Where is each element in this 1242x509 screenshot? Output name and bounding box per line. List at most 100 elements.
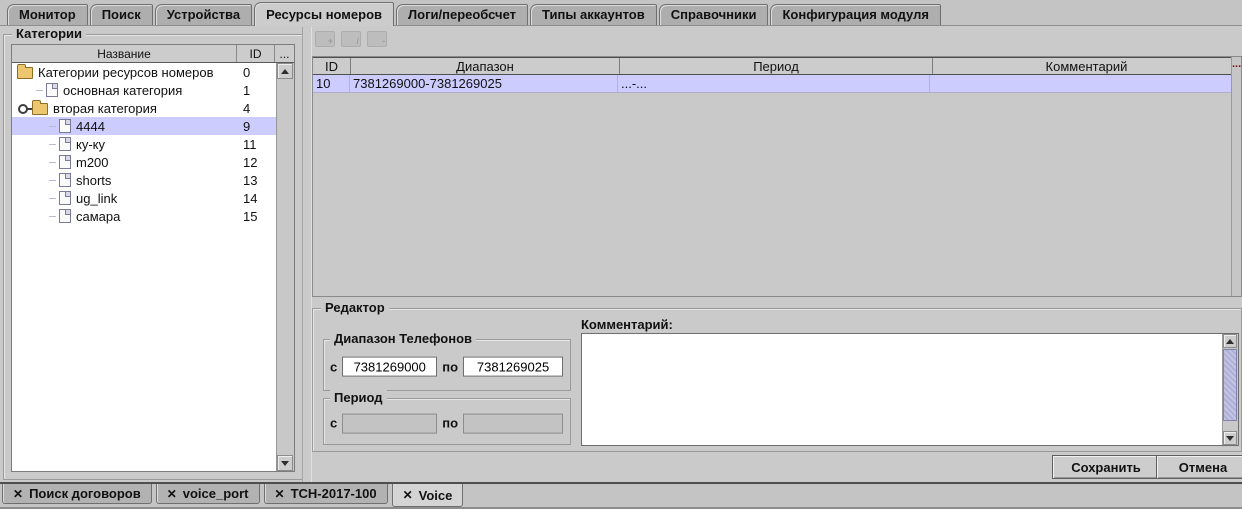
tree-item-label: вторая категория [48,101,243,116]
edit-button-icon: / [356,37,359,46]
comment-textarea[interactable] [582,334,1223,445]
bottom-tab-ТСН-2017-100[interactable]: ✕ТСН-2017-100 [264,484,388,504]
bottom-tab-Voice[interactable]: ✕ Voice [392,484,464,507]
close-icon[interactable]: ✕ [167,488,177,500]
tab-Справочники[interactable]: Справочники [659,4,769,25]
file-icon [59,137,71,151]
delete-button[interactable]: - [367,31,387,47]
tree-row[interactable]: shorts13 [12,171,277,189]
period-group: Период с по [323,398,571,445]
expand-handle-icon[interactable] [17,102,32,114]
phone-from-label: с [330,359,337,374]
tree-item-id: 13 [243,173,277,188]
categories-panel-title: Категории [12,26,86,41]
tab-Монитор[interactable]: Монитор [7,4,88,25]
tree-item-label: shorts [71,173,243,188]
column-header-Комментарий[interactable]: Комментарий [933,58,1241,74]
phone-to-label: по [442,359,458,374]
arrow-up-icon [281,69,289,74]
column-header-Диапазон[interactable]: Диапазон [351,58,620,74]
tree-row[interactable]: ку-ку11 [12,135,277,153]
tree-item-label: основная категория [58,83,243,98]
panel-splitter[interactable] [302,27,312,482]
period-to-input[interactable] [463,413,563,433]
bottom-tab-voice_port[interactable]: ✕ voice_port [156,484,260,504]
editor-title: Редактор [321,300,389,315]
top-tab-bar: МониторПоискУстройстваРесурсы номеровЛог… [0,0,1242,26]
add-button-icon: + [328,37,333,46]
tree-item-id: 14 [243,191,277,206]
categories-tree-table: Название ID ... Категории ресурсов номер… [11,44,295,472]
tree-connector [49,162,56,163]
comment-label: Комментарий: [581,317,673,332]
cancel-button[interactable]: Отмена [1156,455,1242,479]
cell-id: 10 [313,75,350,92]
cell-period: ...-... [618,75,930,92]
tab-Поиск[interactable]: Поиск [90,4,153,25]
tree-header-more[interactable]: ... [275,45,294,62]
edit-button[interactable]: / [341,31,361,47]
file-icon [59,173,71,187]
scrollbar-thumb[interactable] [1223,349,1237,421]
scroll-down-button[interactable] [1223,431,1237,445]
tree-row[interactable]: m20012 [12,153,277,171]
add-button[interactable]: + [315,31,335,47]
tree-item-id: 11 [243,137,277,152]
column-header-ID[interactable]: ID [313,58,351,74]
tree-row[interactable]: ug_link14 [12,189,277,207]
tree-row[interactable]: Категории ресурсов номеров0 [12,63,277,81]
tree-item-label: ку-ку [71,137,243,152]
ranges-table-scrollbar[interactable]: ... [1231,57,1241,296]
bottom-tab-label: Voice [419,486,453,505]
period-from-input[interactable] [342,413,437,433]
tree-header: Название ID ... [12,45,294,63]
tree-connector [49,144,56,145]
tree-scrollbar[interactable] [276,63,294,471]
close-icon[interactable]: ✕ [275,488,285,500]
tab-Конфигурация модуля[interactable]: Конфигурация модуля [770,4,940,25]
folder-icon [17,67,33,79]
close-icon[interactable]: ✕ [13,488,23,500]
close-icon[interactable]: ✕ [403,489,413,501]
tree-body: Категории ресурсов номеров0основная кате… [12,63,277,471]
bottom-tab-label: Поиск договоров [29,484,141,503]
scroll-down-button[interactable] [277,455,293,471]
column-chooser-corner[interactable]: ... [1232,59,1241,70]
scroll-up-button[interactable] [1223,334,1237,348]
file-icon [59,209,71,223]
bottom-tab-label: voice_port [183,484,249,503]
file-icon [46,83,58,97]
cell-range: 7381269000-7381269025 [350,75,618,92]
tab-Устройства[interactable]: Устройства [155,4,252,25]
phone-range-title: Диапазон Телефонов [330,331,476,346]
scroll-up-button[interactable] [277,63,293,79]
tree-row[interactable]: вторая категория4 [12,99,277,117]
bottom-tab-Поиск договоров[interactable]: ✕ Поиск договоров [2,484,152,504]
tree-connector [49,216,56,217]
editor-panel: Редактор Диапазон Телефонов с по Период … [312,308,1242,452]
table-row[interactable]: 107381269000-7381269025...-... [313,75,1241,93]
tab-Ресурсы номеров[interactable]: Ресурсы номеров [254,2,394,26]
phone-from-input[interactable] [342,357,437,377]
tree-item-id: 0 [243,65,277,80]
phone-to-input[interactable] [463,357,563,377]
save-button[interactable]: Сохранить [1052,455,1160,479]
tree-connector [49,126,56,127]
range-toolbar: + / - [315,31,387,47]
tab-Логи/переобсчет[interactable]: Логи/переобсчет [396,4,528,25]
arrow-down-icon [281,461,289,466]
period-title: Период [330,390,387,405]
file-icon [59,191,71,205]
tree-row[interactable]: самара15 [12,207,277,225]
tree-header-id[interactable]: ID [237,45,275,62]
delete-button-icon: - [382,37,385,46]
tree-row[interactable]: 44449 [12,117,277,135]
column-header-Период[interactable]: Период [620,58,933,74]
tab-Типы аккаунтов[interactable]: Типы аккаунтов [530,4,657,25]
tree-header-name[interactable]: Название [12,45,237,62]
categories-panel: Категории Название ID ... Категории ресу… [3,34,303,480]
file-icon [59,119,71,133]
tree-row[interactable]: основная категория1 [12,81,277,99]
comment-scrollbar[interactable] [1222,334,1238,445]
tree-item-id: 15 [243,209,277,224]
